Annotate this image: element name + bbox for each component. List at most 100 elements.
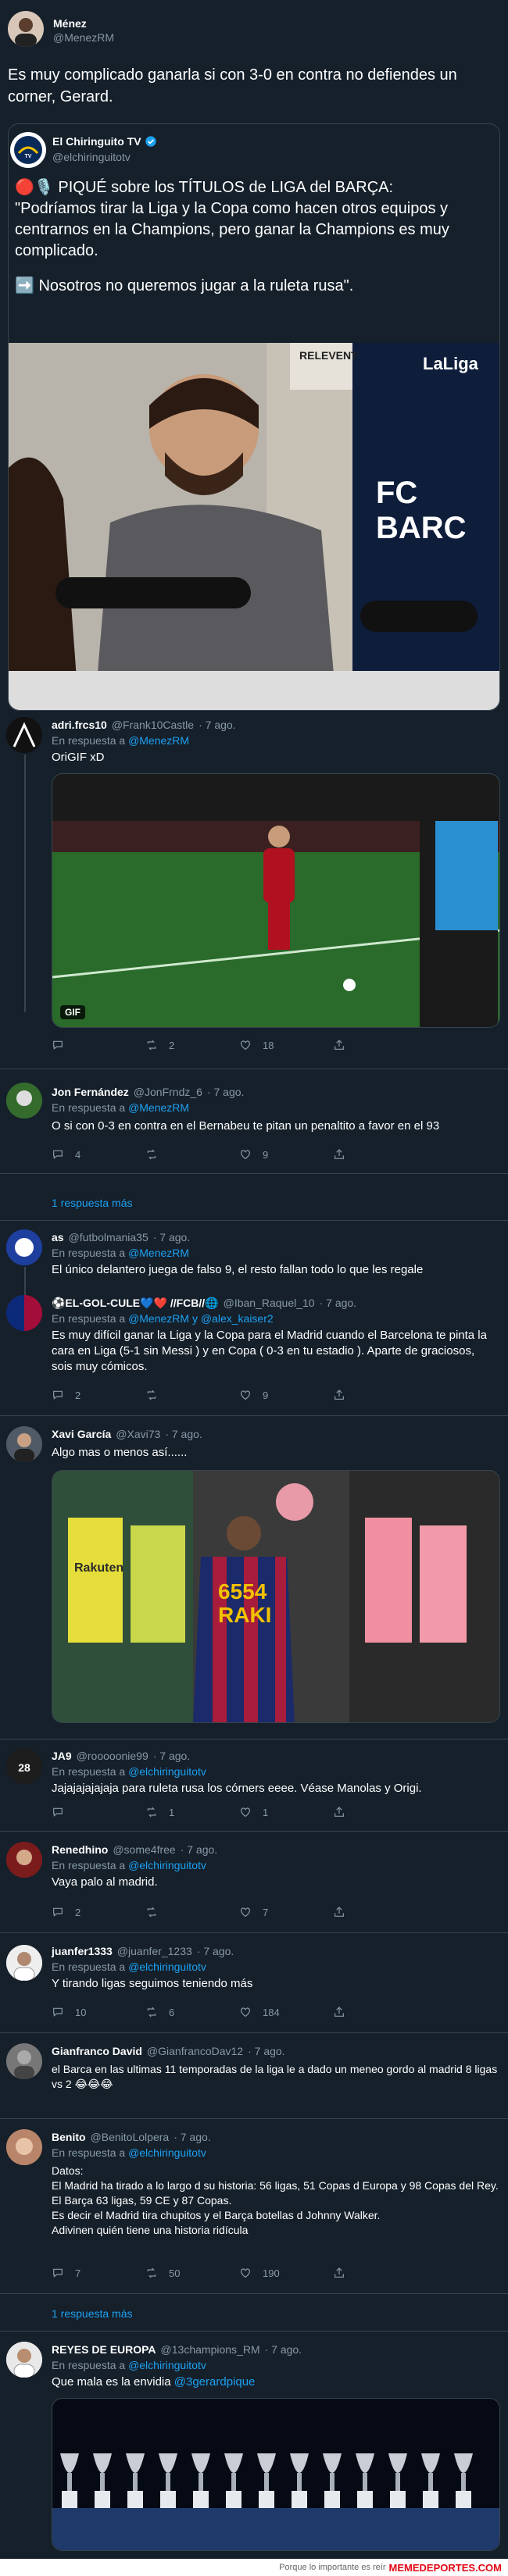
retweet-button[interactable]	[145, 1906, 239, 1918]
reply-to-mention[interactable]: @MenezRM	[128, 734, 189, 747]
share-button[interactable]	[333, 2267, 427, 2279]
reply-author-handle[interactable]: @some4free	[113, 1843, 175, 1856]
reply-to-mention[interactable]: @elchiringuitotv	[128, 1961, 206, 1973]
reply-time[interactable]: · 7 ago.	[197, 1945, 234, 1957]
author-handle[interactable]: @MenezRM	[53, 31, 114, 44]
share-button[interactable]	[333, 1906, 427, 1918]
reply-author-handle[interactable]: @Xavi73	[116, 1428, 160, 1440]
share-button[interactable]	[333, 2006, 427, 2018]
reply-text: O si con 0-3 en contra en el Bernabeu te…	[52, 1119, 440, 1133]
reply-button[interactable]	[52, 1039, 145, 1051]
avatar[interactable]	[6, 2342, 42, 2378]
retweet-button[interactable]: 1	[145, 1806, 239, 1818]
share-button[interactable]	[333, 1039, 427, 1051]
quoted-tweet-card[interactable]: TV El Chiringuito TV @elchiringuitotv 🔴🎙…	[8, 123, 500, 711]
retweet-button[interactable]	[145, 1389, 239, 1401]
reply-time[interactable]: · 7 ago.	[248, 2045, 284, 2057]
like-button[interactable]: 1	[239, 1806, 333, 1818]
reply-button[interactable]	[52, 1806, 145, 1818]
reply-author-name[interactable]: JA9	[52, 1750, 72, 1762]
divider	[0, 2032, 508, 2033]
share-button[interactable]	[333, 1148, 427, 1161]
reply-time[interactable]: · 7 ago.	[265, 2343, 302, 2356]
reply-time[interactable]: · 7 ago.	[181, 1843, 217, 1856]
like-button[interactable]: 9	[239, 1389, 333, 1401]
reply-author-name[interactable]: as	[52, 1231, 64, 1243]
avatar[interactable]: TV	[10, 132, 46, 168]
reply-author-handle[interactable]: @rooooonie99	[77, 1750, 148, 1762]
like-button[interactable]: 18	[239, 1039, 333, 1051]
quoted-author-name[interactable]: El Chiringuito TV	[52, 135, 141, 148]
like-button[interactable]: 9	[239, 1148, 333, 1161]
reply-author-handle[interactable]: @Frank10Castle	[112, 719, 194, 731]
reply-image[interactable]: Rakuten 6554 RAKI	[52, 1470, 500, 1723]
avatar[interactable]	[8, 11, 44, 47]
show-more-replies-link[interactable]: 1 respuesta más	[52, 2307, 133, 2320]
author-name[interactable]: Ménez	[53, 17, 87, 30]
avatar[interactable]	[6, 1229, 42, 1265]
reply-to-mention[interactable]: @elchiringuitotv	[128, 2359, 206, 2371]
reply-time[interactable]: · 7 ago.	[320, 1297, 356, 1309]
reply-mention[interactable]: @3gerardpique	[174, 2375, 256, 2389]
reply-button[interactable]: 2	[52, 1906, 145, 1918]
retweet-button[interactable]: 50	[145, 2267, 239, 2279]
reply-to-mention[interactable]: @elchiringuitotv	[128, 1765, 206, 1778]
footer-brand[interactable]: MEMEDEPORTES.COM	[389, 2562, 502, 2574]
avatar[interactable]	[6, 717, 42, 753]
avatar[interactable]	[6, 1083, 42, 1119]
avatar[interactable]	[6, 1945, 42, 1981]
reply-time[interactable]: · 7 ago.	[174, 2131, 210, 2143]
reply-author-name[interactable]: Renedhino	[52, 1843, 108, 1856]
reply-author-handle[interactable]: @GianfrancoDav12	[147, 2045, 243, 2057]
reply-author-handle[interactable]: @JonFrndz_6	[134, 1086, 202, 1098]
share-button[interactable]	[333, 1389, 427, 1401]
reply-time[interactable]: · 7 ago.	[165, 1428, 202, 1440]
avatar[interactable]	[6, 2129, 42, 2165]
share-button[interactable]	[333, 1806, 427, 1818]
retweet-button[interactable]	[145, 1148, 239, 1161]
reply-author-name[interactable]: Xavi García	[52, 1428, 111, 1440]
reply-author-name[interactable]: REYES DE EUROPA	[52, 2343, 156, 2356]
user-photo-icon	[6, 2342, 42, 2378]
reply-button[interactable]: 10	[52, 2006, 145, 2018]
reply-author-name[interactable]: Gianfranco David	[52, 2045, 142, 2057]
reply-button[interactable]: 4	[52, 1148, 145, 1161]
reply-button[interactable]: 2	[52, 1389, 145, 1401]
like-button[interactable]: 7	[239, 1906, 333, 1918]
reply-author-handle[interactable]: @Iban_Raquel_10	[224, 1297, 315, 1309]
avatar[interactable]	[6, 2043, 42, 2079]
reply-author-handle[interactable]: @juanfer_1233	[117, 1945, 192, 1957]
reply-author-name[interactable]: Benito	[52, 2131, 86, 2143]
like-button[interactable]: 190	[239, 2267, 333, 2279]
reply-author-name[interactable]: ⚽EL-GOL-CULE💙❤️ //FCB//🌐	[52, 1297, 219, 1310]
reply-time[interactable]: · 7 ago.	[153, 1750, 190, 1762]
quoted-photo[interactable]: RELEVENT LaLiga FC BARC	[9, 343, 499, 710]
reply-author-handle[interactable]: @futbolmania35	[69, 1231, 148, 1243]
reply-to-mention[interactable]: @elchiringuitotv	[128, 1859, 206, 1871]
reply-author-name[interactable]: Jon Fernández	[52, 1086, 129, 1098]
reply-author-name[interactable]: adri.frcs10	[52, 719, 107, 731]
reply-time[interactable]: · 7 ago.	[153, 1231, 190, 1243]
like-button[interactable]: 184	[239, 2006, 333, 2018]
reply-to-mention[interactable]: @MenezRM y @alex_kaiser2	[128, 1312, 274, 1325]
reply-time[interactable]: · 7 ago.	[207, 1086, 244, 1098]
reply-gif[interactable]: GIF	[52, 773, 500, 1028]
avatar[interactable]	[6, 1426, 42, 1462]
reply-to-mention[interactable]: @MenezRM	[128, 1101, 189, 1114]
like-count: 184	[263, 2006, 280, 2018]
reply-author-handle[interactable]: @13champions_RM	[161, 2343, 260, 2356]
avatar[interactable]	[6, 1295, 42, 1331]
reply-image[interactable]	[52, 2398, 500, 2551]
reply-author-name[interactable]: juanfer1333	[52, 1945, 113, 1957]
show-more-replies-link[interactable]: 1 respuesta más	[52, 1197, 133, 1209]
reply-to-mention[interactable]: @MenezRM	[128, 1247, 189, 1259]
reply-to-mention[interactable]: @elchiringuitotv	[128, 2146, 206, 2159]
reply-time[interactable]: · 7 ago.	[199, 719, 235, 731]
quoted-author-handle[interactable]: @elchiringuitotv	[52, 151, 131, 163]
avatar[interactable]	[6, 1842, 42, 1878]
retweet-button[interactable]: 2	[145, 1039, 239, 1051]
reply-button[interactable]: 7	[52, 2267, 145, 2279]
retweet-button[interactable]: 6	[145, 2006, 239, 2018]
avatar[interactable]: 28	[6, 1748, 42, 1784]
reply-author-handle[interactable]: @BenitoLolpera	[91, 2131, 170, 2143]
